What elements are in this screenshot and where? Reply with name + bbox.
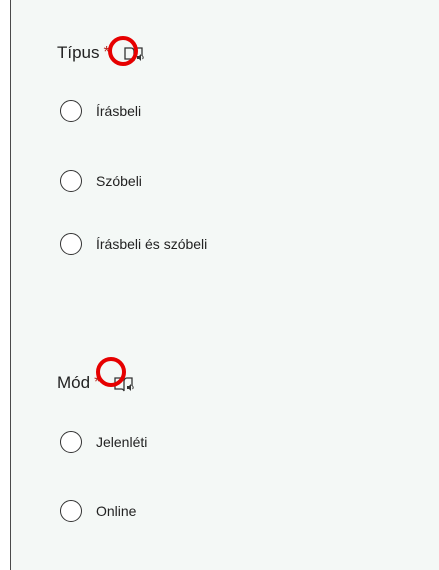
question-title-text: Mód [57,373,91,392]
option-label: Írásbeli [96,103,142,119]
option-szobeli[interactable]: Szóbeli [60,169,142,193]
option-irasbeli-es-szobeli[interactable]: Írásbeli és szóbeli [60,232,207,256]
highlight-circle [96,357,126,387]
highlight-circle [108,36,138,66]
radio-button[interactable] [60,500,82,522]
option-jelenleti[interactable]: Jelenléti [60,430,147,454]
radio-button[interactable] [60,170,82,192]
question-title-text: Típus [57,43,100,62]
option-label: Jelenléti [96,434,148,450]
option-irasbeli[interactable]: Írásbeli [60,99,141,123]
option-label: Szóbeli [96,173,142,189]
radio-button[interactable] [60,233,82,255]
option-label: Online [96,503,137,519]
radio-button[interactable] [60,100,82,122]
radio-button[interactable] [60,431,82,453]
option-online[interactable]: Online [60,499,136,523]
form-card: Típus * Írásbeli Szóbeli Írásbeli és szó… [10,0,439,570]
option-label: Írásbeli és szóbeli [96,236,208,252]
